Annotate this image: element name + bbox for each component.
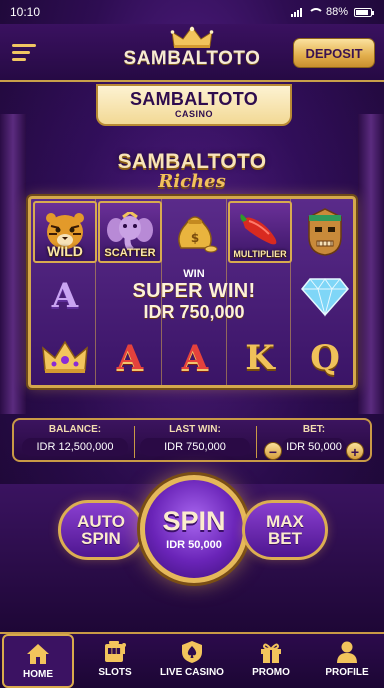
win-label: WIN — [183, 268, 205, 280]
letter-a: A — [51, 276, 79, 316]
home-icon — [27, 644, 49, 664]
last-win-value: IDR 750,000 — [140, 438, 250, 456]
last-win-label: LAST WIN: — [169, 424, 221, 435]
casino-app: 10:10 88% SAMBALTOTO DEPOSIT SAMBALTOTO … — [0, 0, 384, 688]
wifi-icon — [307, 7, 324, 17]
gift-icon — [261, 643, 281, 663]
last-win-section: LAST WIN: IDR 750,000 — [140, 424, 250, 456]
reel-symbol-a: A — [163, 327, 227, 389]
balance-value: IDR 12,500,000 — [22, 438, 128, 456]
reel-symbol-a: A — [98, 327, 162, 389]
reel-symbol-a: A — [33, 265, 97, 327]
letter-a: A — [116, 338, 144, 378]
nav-label-profile: PROFILE — [325, 667, 369, 678]
balance-section: BALANCE: IDR 12,500,000 — [22, 424, 128, 456]
nav-label-home: HOME — [23, 669, 53, 680]
slot-reels: WILD SCATTER $ MULTIPLIER A WIN SUPER WI… — [28, 196, 356, 388]
nav-item-slots[interactable]: SLOTS — [80, 634, 150, 688]
user-icon — [337, 641, 357, 663]
status-icons: 88% — [290, 6, 374, 18]
spin-button[interactable]: SPIN IDR 50,000 — [140, 475, 248, 583]
auto-spin-button[interactable]: AUTO SPIN — [58, 500, 144, 560]
right-pillar — [358, 114, 384, 414]
multiplier-label: MULTIPLIER — [233, 249, 287, 259]
money-bag-icon: $ — [178, 216, 218, 253]
clock: 10:10 — [10, 5, 41, 19]
reel-symbol-multiplier: MULTIPLIER — [228, 201, 292, 263]
banner-title: SAMBALTOTO — [130, 89, 258, 109]
bet-label: BET: — [302, 424, 326, 435]
game-title-sub: Riches — [158, 171, 226, 192]
game-title: SAMBALTOTO Riches — [96, 150, 288, 192]
reel-symbol-k: K — [228, 327, 292, 389]
diamond-icon — [301, 278, 349, 317]
left-pillar — [0, 114, 26, 414]
max-bet-label: MAX BET — [266, 512, 304, 548]
reel-symbol-crown — [33, 327, 97, 389]
nav-item-home[interactable]: HOME — [2, 634, 74, 688]
spin-amount: IDR 50,000 — [166, 539, 222, 551]
reel-symbol-diamond — [293, 265, 357, 327]
aztec-mask-icon — [308, 208, 342, 256]
nav-item-profile[interactable]: PROFILE — [312, 634, 382, 688]
hamburger-menu-icon[interactable] — [12, 44, 36, 62]
win-amount: IDR 750,000 — [143, 302, 245, 322]
crown-icon — [42, 340, 88, 373]
nav-label-slots: SLOTS — [98, 667, 132, 678]
battery-percent: 88% — [325, 6, 348, 18]
reel-symbol-q: Q — [293, 327, 357, 389]
nav-item-promo[interactable]: PROMO — [236, 634, 306, 688]
spin-label: SPIN — [162, 506, 226, 536]
banner-subtitle: CASINO — [174, 109, 213, 119]
shield-spade-icon — [182, 641, 202, 663]
deposit-button[interactable]: DEPOSIT — [293, 38, 375, 68]
wild-label: WILD — [47, 243, 83, 259]
info-bar: BALANCE: IDR 12,500,000 LAST WIN: IDR 75… — [12, 418, 372, 462]
logo: SAMBALTOTO — [112, 26, 272, 78]
nav-item-live-casino[interactable]: LIVE CASINO — [150, 634, 234, 688]
bet-value: IDR 50,000 — [282, 438, 346, 456]
crown-icon — [170, 26, 214, 48]
logo-text: SAMBALTOTO — [123, 48, 261, 69]
svg-text:$: $ — [191, 231, 199, 245]
bet-increase-button[interactable]: + — [346, 442, 364, 460]
reel-symbol-mask — [293, 201, 357, 263]
bottom-nav: HOME SLOTS LIVE CASINO PROMO PROFILE — [0, 632, 384, 688]
status-bar: 10:10 88% — [0, 0, 384, 24]
reel-symbol-wild: WILD — [33, 201, 97, 263]
slot-machine-icon — [105, 641, 126, 662]
balance-label: BALANCE: — [48, 424, 102, 435]
scatter-label: SCATTER — [104, 247, 156, 259]
win-display: WIN SUPER WIN! IDR 750,000 — [98, 265, 290, 325]
battery-icon — [354, 7, 374, 17]
bet-decrease-button[interactable]: − — [264, 442, 282, 460]
max-bet-button[interactable]: MAX BET — [242, 500, 328, 560]
super-win-text: SUPER WIN! — [132, 280, 256, 302]
auto-spin-label: AUTO SPIN — [77, 512, 125, 548]
chili-icon — [240, 214, 277, 245]
letter-q: Q — [310, 338, 340, 378]
reel-symbol-scatter: SCATTER — [98, 201, 162, 263]
signal-icon — [290, 7, 302, 17]
nav-label-promo: PROMO — [252, 667, 290, 678]
reel-symbol-money-bag: $ — [163, 201, 227, 263]
casino-banner: SAMBALTOTO CASINO — [96, 84, 292, 126]
letter-a: A — [181, 338, 209, 378]
letter-k: K — [245, 338, 275, 378]
elephant-icon — [107, 212, 153, 252]
app-header: SAMBALTOTO DEPOSIT — [0, 24, 384, 82]
nav-label-live-casino: LIVE CASINO — [160, 667, 224, 678]
